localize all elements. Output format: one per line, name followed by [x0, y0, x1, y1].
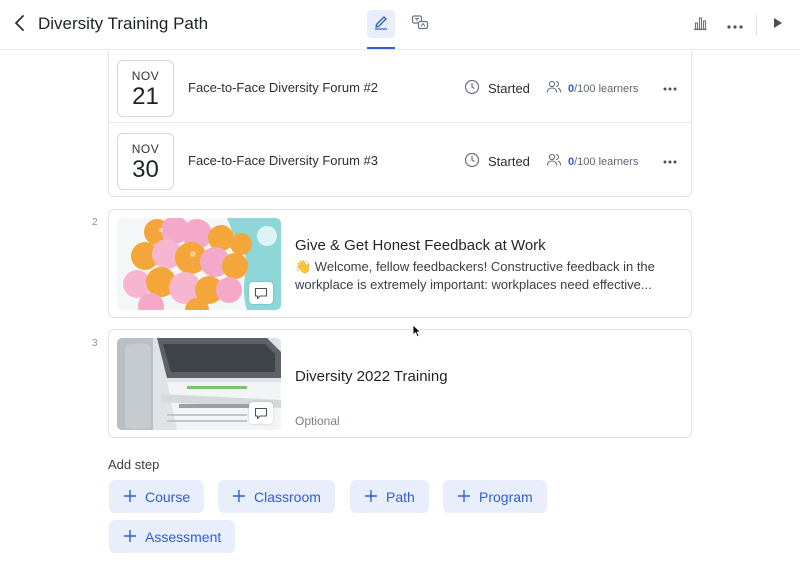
session-date: NOV 30 — [117, 133, 174, 190]
step-title: Diversity 2022 Training — [295, 368, 448, 385]
session-month: NOV — [131, 69, 160, 83]
session-row[interactable]: NOV 30 Face-to-Face Diversity Forum #3 S… — [109, 124, 691, 196]
step-description-line: 👋 Welcome, fellow feedbackers! Construct… — [295, 259, 655, 274]
bar-chart-icon — [692, 15, 708, 36]
pencil-icon — [373, 14, 389, 35]
session-more-button[interactable] — [659, 150, 681, 170]
status-label: Started — [488, 81, 530, 96]
plus-icon — [123, 527, 137, 547]
session-status: Started — [464, 152, 530, 171]
users-icon — [546, 80, 562, 97]
play-icon — [773, 16, 783, 34]
more-options-button[interactable] — [723, 13, 747, 37]
analytics-button[interactable] — [688, 13, 712, 37]
session-name: Face-to-Face Diversity Forum #2 — [188, 80, 378, 95]
session-more-button[interactable] — [659, 77, 681, 97]
add-classroom-button[interactable]: Classroom — [218, 480, 335, 513]
add-path-label: Path — [386, 488, 415, 505]
plus-icon — [123, 487, 137, 507]
session-date: NOV 21 — [117, 60, 174, 117]
translate-icon — [411, 14, 429, 37]
back-button[interactable] — [8, 13, 32, 37]
top-bar: Diversity Training Path — [0, 0, 800, 50]
page-title: Diversity Training Path — [38, 14, 209, 33]
learners-total: /100 learners — [574, 155, 639, 168]
users-icon — [546, 153, 562, 170]
add-assessment-button[interactable]: Assessment — [109, 520, 236, 553]
step-description: 👋 Welcome, fellow feedbackers! Construct… — [295, 258, 675, 294]
session-status: Started — [464, 79, 530, 98]
learners-total: /100 learners — [574, 82, 639, 95]
session-learners: 0/100 learners — [546, 80, 638, 97]
step-title: Give & Get Honest Feedback at Work — [295, 237, 546, 254]
tab-edit[interactable] — [367, 10, 395, 38]
step-card-diversity[interactable]: Diversity 2022 Training Optional — [108, 329, 692, 438]
session-learners: 0/100 learners — [546, 153, 638, 170]
session-day: 21 — [132, 83, 159, 110]
preview-button[interactable] — [766, 13, 790, 37]
add-step-label: Add step — [108, 457, 160, 472]
add-course-label: Course — [145, 488, 191, 505]
clock-icon — [464, 79, 480, 98]
plus-icon — [364, 487, 378, 507]
plus-icon — [232, 487, 246, 507]
step-number: 3 — [92, 338, 98, 349]
balloons-image — [117, 218, 281, 310]
session-month: NOV — [131, 142, 160, 156]
add-course-button[interactable]: Course — [109, 480, 205, 513]
laptop-image — [117, 338, 281, 430]
clock-icon — [464, 152, 480, 171]
session-day: 30 — [132, 156, 159, 183]
step-card-feedback[interactable]: Give & Get Honest Feedback at Work 👋 Wel… — [108, 209, 692, 318]
add-classroom-label: Classroom — [254, 488, 321, 505]
classroom-sessions-card: NOV 21 Face-to-Face Diversity Forum #2 S… — [108, 51, 692, 197]
add-program-button[interactable]: Program — [443, 480, 547, 513]
status-label: Started — [488, 154, 530, 169]
tab-translate[interactable] — [406, 11, 434, 39]
add-assessment-label: Assessment — [145, 528, 222, 545]
step-number: 2 — [92, 217, 98, 228]
add-path-button[interactable]: Path — [350, 480, 429, 513]
comment-icon — [249, 282, 273, 304]
session-name: Face-to-Face Diversity Forum #3 — [188, 153, 378, 168]
more-icon — [663, 151, 677, 169]
more-icon — [663, 78, 677, 96]
chevron-left-icon — [14, 14, 26, 36]
session-row[interactable]: NOV 21 Face-to-Face Diversity Forum #2 S… — [109, 51, 691, 123]
active-tab-indicator — [367, 47, 395, 49]
add-program-label: Program — [479, 488, 533, 505]
header-divider — [756, 14, 757, 36]
more-icon — [727, 16, 743, 34]
mouse-cursor-icon — [412, 324, 422, 338]
step-description-line: workplace is extremely important: workpl… — [295, 277, 652, 292]
plus-icon — [457, 487, 471, 507]
optional-label: Optional — [295, 414, 340, 428]
comment-icon — [249, 402, 273, 424]
